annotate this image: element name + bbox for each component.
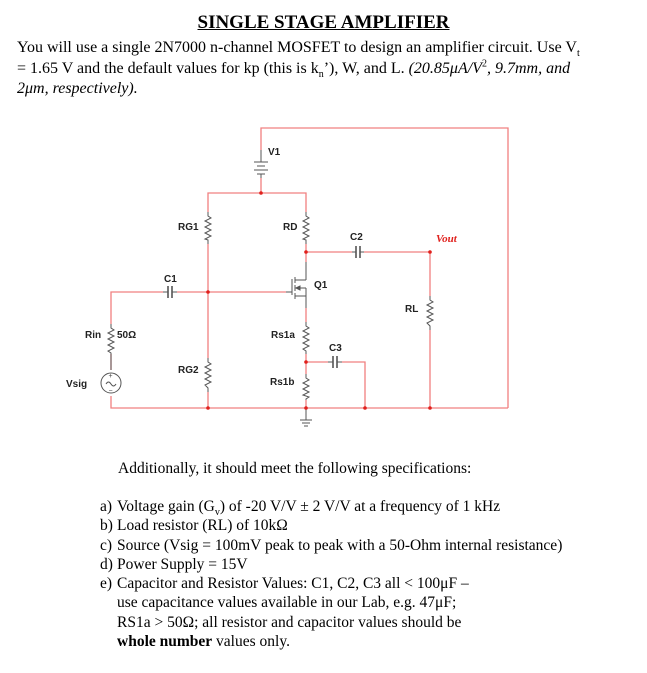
spec-marker: e) (100, 575, 113, 593)
spec-item-e: e) Capacitor and Resistor Values: C1, C2,… (100, 574, 640, 593)
spec-marker: c) (100, 536, 113, 554)
node (206, 406, 210, 410)
spec-item-d: d) Power Supply = 15V (100, 555, 640, 574)
capacitor-c1-icon (163, 286, 177, 298)
label-c2: C2 (350, 232, 363, 243)
node (363, 406, 367, 410)
spec-marker: d) (100, 555, 113, 573)
spec-marker: b) (100, 517, 113, 535)
mosfet-q1-icon (286, 262, 307, 308)
spec-text: Power Supply = 15V (117, 555, 248, 573)
node (304, 360, 308, 364)
label-rin: Rin (85, 330, 101, 341)
wire-vout (364, 251, 431, 296)
capacitor-c2-icon (352, 246, 364, 258)
minus-sign: − (109, 388, 113, 395)
plus-sign: + (109, 373, 113, 380)
label-c1: C1 (164, 274, 177, 285)
battery-icon (254, 150, 268, 178)
resistor-rl-icon (425, 296, 435, 330)
spec-text: Source (Vsig = 100mV peak to peak with a… (117, 536, 563, 554)
spec-item-c: c) Source (Vsig = 100mV peak to peak with… (100, 536, 640, 555)
spec-text: Load resistor (RL) of 10kΩ (117, 517, 288, 535)
specs-intro: Additionally, it should meet the followi… (118, 460, 472, 477)
label-q1: Q1 (314, 280, 328, 291)
junction-nodes (206, 191, 432, 410)
wire-ground-rail (110, 396, 508, 409)
label-vout: Vout (436, 233, 458, 245)
label-rs1b: Rs1b (270, 377, 294, 388)
spec-text: ) of -20 V/V ± 2 V/V at a frequency of 1… (219, 498, 501, 515)
spec-marker: a) (100, 498, 113, 515)
spec-item-e-line-2: use capacitance values available in our … (117, 594, 457, 612)
capacitor-c3-icon (328, 356, 342, 368)
label-c3: C3 (329, 343, 342, 354)
spec-text: Capacitor and Resistor Values: C1, C2, C… (117, 575, 469, 593)
label-rl: RL (405, 304, 418, 315)
node (259, 191, 263, 195)
resistor-rd-icon (301, 212, 311, 244)
node (304, 250, 308, 254)
node (206, 290, 210, 294)
wire-c3-right (342, 361, 366, 408)
wire-c1-left (110, 291, 163, 324)
wire-vdd-rail (207, 192, 307, 212)
spec-item-e-line-4: whole number values only. (100, 632, 640, 651)
specs-list: a) Voltage gain (Gv) of -20 V/V ± 2 V/V a… (100, 497, 640, 651)
spec-text: values only. (212, 633, 290, 651)
label-rd: RD (283, 222, 297, 233)
wires (110, 127, 509, 409)
label-rin-value: 50Ω (117, 330, 136, 341)
wire-supply-top (260, 127, 509, 408)
label-rg2: RG2 (178, 365, 199, 376)
label-vsig: Vsig (66, 379, 87, 390)
spec-item-b: b) Load resistor (RL) of 10kΩ (100, 516, 640, 535)
spec-item-a: a) Voltage gain (Gv) of -20 V/V ± 2 V/V a… (100, 497, 640, 518)
resistor-rg1-icon (203, 212, 213, 244)
components (100, 150, 435, 427)
resistor-rs1b-icon (301, 374, 311, 400)
label-v1: V1 (268, 147, 281, 158)
spec-text: Voltage gain (G (117, 498, 215, 515)
node (304, 406, 308, 410)
ground-icon (300, 408, 312, 427)
node (428, 406, 432, 410)
bold-text: whole number (117, 633, 213, 651)
label-rs1a: Rs1a (271, 330, 295, 341)
spec-item-e-line-3: RS1a > 50Ω; all resistor and capacitor v… (117, 613, 462, 631)
resistor-rs1a-icon (301, 322, 311, 354)
node (428, 250, 432, 254)
label-rg1: RG1 (178, 222, 199, 233)
resistor-rin-icon (106, 324, 116, 354)
resistor-rg2-icon (203, 358, 213, 392)
